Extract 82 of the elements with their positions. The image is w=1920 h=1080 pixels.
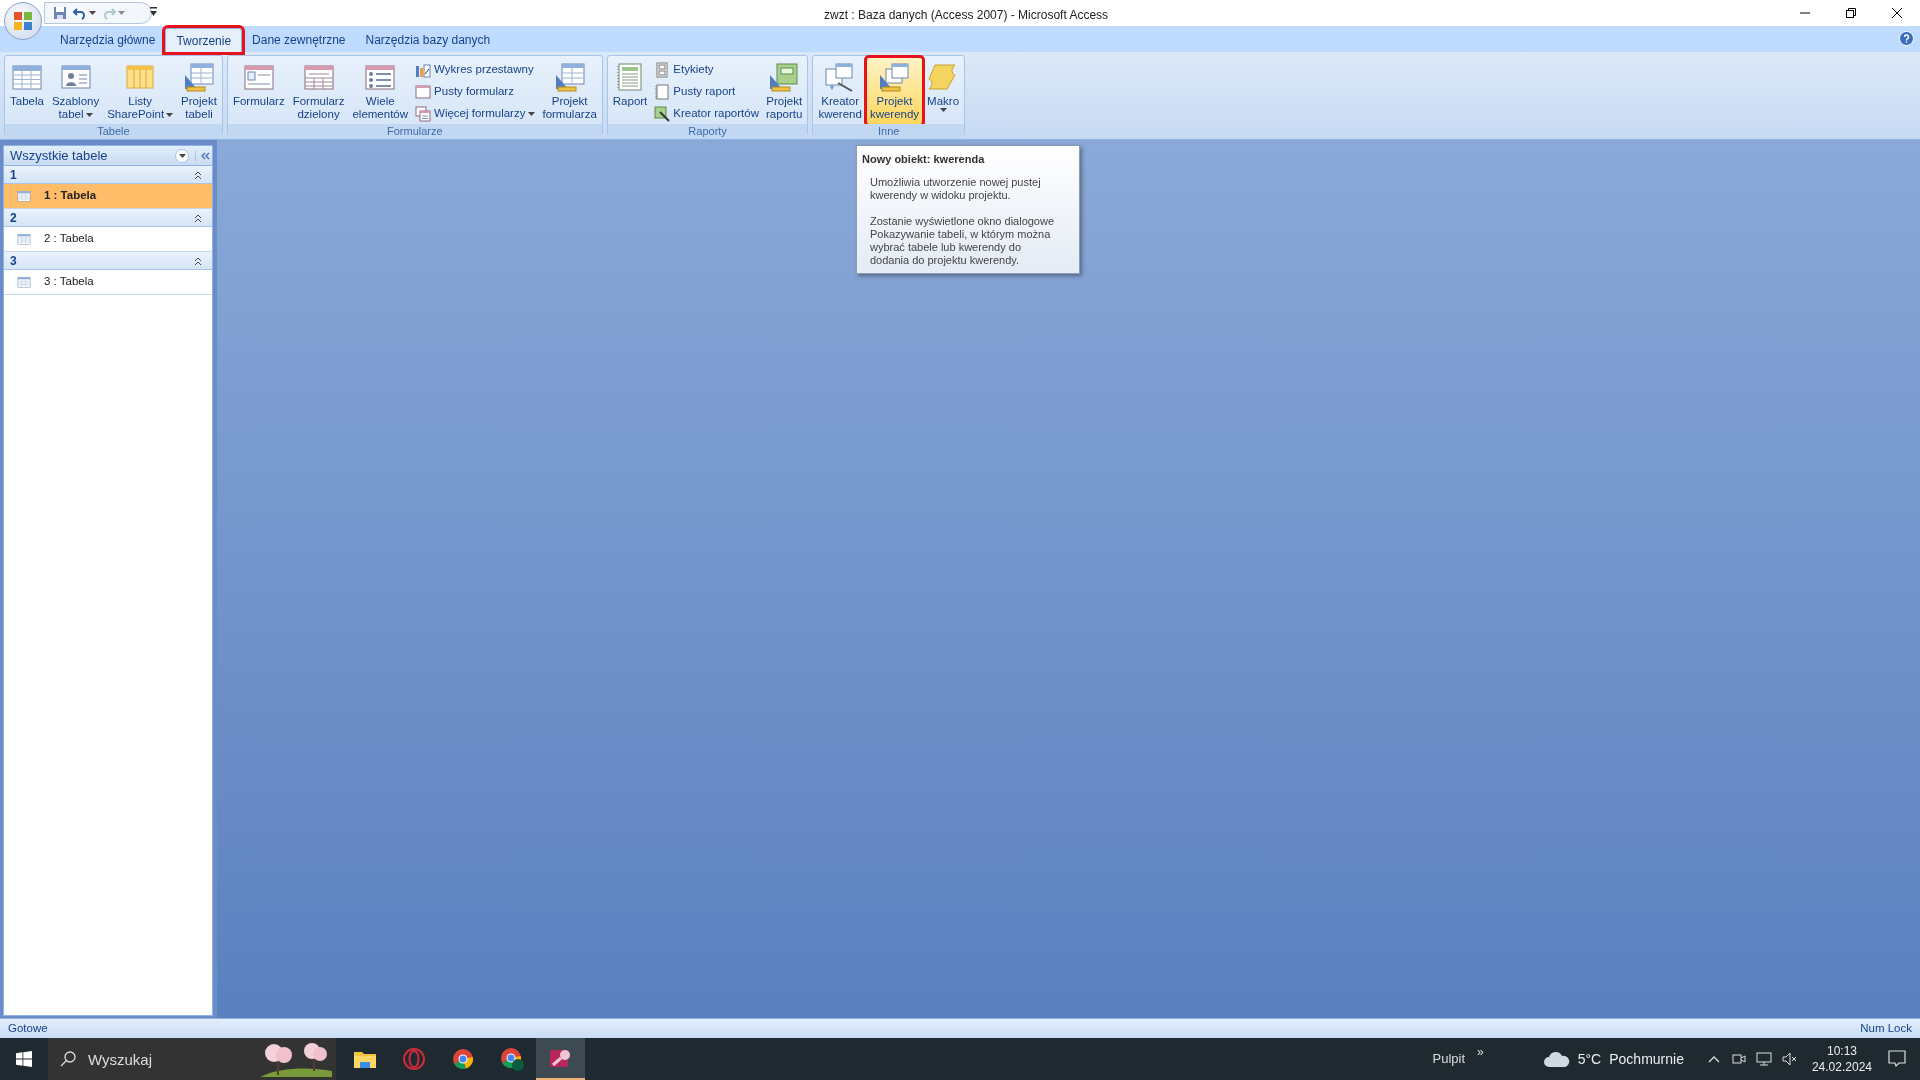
- key-app-icon[interactable]: [536, 1038, 585, 1080]
- group-header[interactable]: 2: [4, 209, 212, 227]
- clock[interactable]: 10:13 24.02.2024: [1811, 1043, 1872, 1075]
- windows-logo[interactable]: [16, 1051, 32, 1067]
- table-grid-icon: [16, 232, 32, 246]
- ribbon-button[interactable]: Kreator kwerend: [815, 58, 865, 124]
- ribbon-button[interactable]: Wiele elementów: [349, 58, 412, 124]
- network-icon[interactable]: [1755, 1052, 1772, 1066]
- design-ruler-icon: [183, 61, 215, 93]
- ribbon-button[interactable]: Raport: [609, 58, 651, 124]
- stacked-forms-icon: [415, 105, 432, 122]
- ribbon-button[interactable]: Szablony tabel: [48, 58, 103, 124]
- group-label: Raporty: [607, 124, 808, 139]
- chevron-up-icon[interactable]: [1707, 1055, 1720, 1063]
- tooltip-title: Nowy obiekt: kwerenda: [862, 152, 986, 167]
- group-label: Formularze: [227, 124, 602, 139]
- search-field[interactable]: Wyszukaj: [48, 1038, 336, 1080]
- wand-report-icon: [654, 105, 671, 122]
- speaker-muted-icon[interactable]: [1781, 1052, 1798, 1066]
- ribbon-button[interactable]: Formularz: [229, 58, 288, 124]
- ribbon-button[interactable]: Więcej formularzy: [413, 103, 538, 124]
- ribbon-button[interactable]: Pusty formularz: [413, 81, 538, 102]
- ribbon-button[interactable]: Projekt tabeli: [178, 58, 220, 124]
- ribbon-button[interactable]: Wykres przestawny: [413, 59, 538, 80]
- redo-icon[interactable]: [102, 6, 125, 20]
- toolbar-label[interactable]: Pulpit: [1432, 1049, 1466, 1069]
- search-icon: [60, 1051, 76, 1067]
- ribbon-button[interactable]: Etykiety: [652, 59, 761, 80]
- close-icon[interactable]: [1892, 8, 1902, 18]
- table-grid-icon: [16, 275, 32, 289]
- cloud-icon: [1543, 1051, 1570, 1067]
- group-label: Inne: [813, 124, 965, 139]
- restore-icon[interactable]: [1846, 8, 1856, 18]
- chevron-text[interactable]: »: [1477, 1043, 1484, 1061]
- group-title: 3: [10, 252, 18, 270]
- ribbon-button[interactable]: Makro: [924, 58, 963, 124]
- ribbon-button[interactable]: Projekt raportu: [762, 58, 806, 124]
- caret-icon: [178, 153, 186, 158]
- status-text: Num Lock: [1860, 1020, 1912, 1036]
- weather-widget[interactable]: 5°C Pochmurnie: [1543, 1048, 1684, 1070]
- ribbon-button[interactable]: Pusty raport: [652, 81, 761, 102]
- blank-form-icon: [415, 83, 432, 100]
- tooltip-text: Zostanie wyświetlone okno dialogowe Pokazywanie tabeli, w którym można wybrać tabele lub kwerendy do dodania do projektu kwerendy.: [869, 214, 1056, 267]
- label-sheet-icon: [654, 61, 671, 78]
- group-title: 1: [10, 166, 18, 184]
- design-ruler-icon: [878, 61, 911, 93]
- ribbon-button[interactable]: Projekt formularza: [539, 58, 600, 124]
- help-icon[interactable]: [1899, 31, 1914, 46]
- undo-icon[interactable]: [73, 6, 96, 20]
- status-text: Gotowe: [8, 1020, 49, 1036]
- design-ruler-icon: [553, 61, 586, 93]
- collapse-pane-button[interactable]: [195, 150, 210, 161]
- office-logo: [12, 10, 34, 32]
- blossom-trees-drawing: [260, 1041, 332, 1077]
- tooltip-text: Umożliwia utworzenie nowej pustej kwerendy w widoku projektu.: [869, 175, 1042, 202]
- ribbon-button[interactable]: Listy SharePoint: [104, 58, 177, 124]
- ribbon-tab[interactable]: Dane zewnętrzne: [242, 28, 356, 52]
- save-icon[interactable]: [53, 6, 67, 20]
- pane-title: Wszystkie tabele: [10, 146, 109, 165]
- ribbon-button[interactable]: Kreator raportów: [652, 103, 761, 124]
- group-header[interactable]: 1: [4, 166, 212, 184]
- group-header[interactable]: 3: [4, 252, 212, 270]
- camera-icon[interactable]: [1731, 1051, 1746, 1067]
- ribbon-tab[interactable]: Tworzenie: [165, 28, 243, 52]
- table-item[interactable]: 3 : Tabela: [4, 270, 212, 295]
- blank-page-icon: [654, 83, 671, 100]
- ribbon-button[interactable]: Tabela: [7, 58, 47, 124]
- chart-icon: [415, 61, 432, 78]
- ribbon-button[interactable]: Formularz dzielony: [289, 58, 348, 124]
- ribbon-tab[interactable]: Narzędzia główne: [50, 28, 166, 52]
- dropdown-button[interactable]: [175, 148, 189, 163]
- table-item[interactable]: 1 : Tabela: [4, 184, 212, 209]
- ribbon-button[interactable]: Projekt kwerendy: [866, 58, 923, 124]
- window-title: zwzt : Baza danych (Access 2007) - Microsoft Access: [824, 7, 1109, 24]
- design-ruler-icon: [768, 61, 801, 93]
- notification-icon[interactable]: [1888, 1050, 1906, 1068]
- group-title: 2: [10, 209, 18, 227]
- ribbon-tab[interactable]: Narzędzia bazy danych: [355, 28, 501, 52]
- table-grid-icon: [16, 189, 32, 203]
- office-button[interactable]: [4, 2, 42, 40]
- customize-toolbar-icon[interactable]: [150, 7, 157, 16]
- group-label: Tabele: [5, 124, 222, 139]
